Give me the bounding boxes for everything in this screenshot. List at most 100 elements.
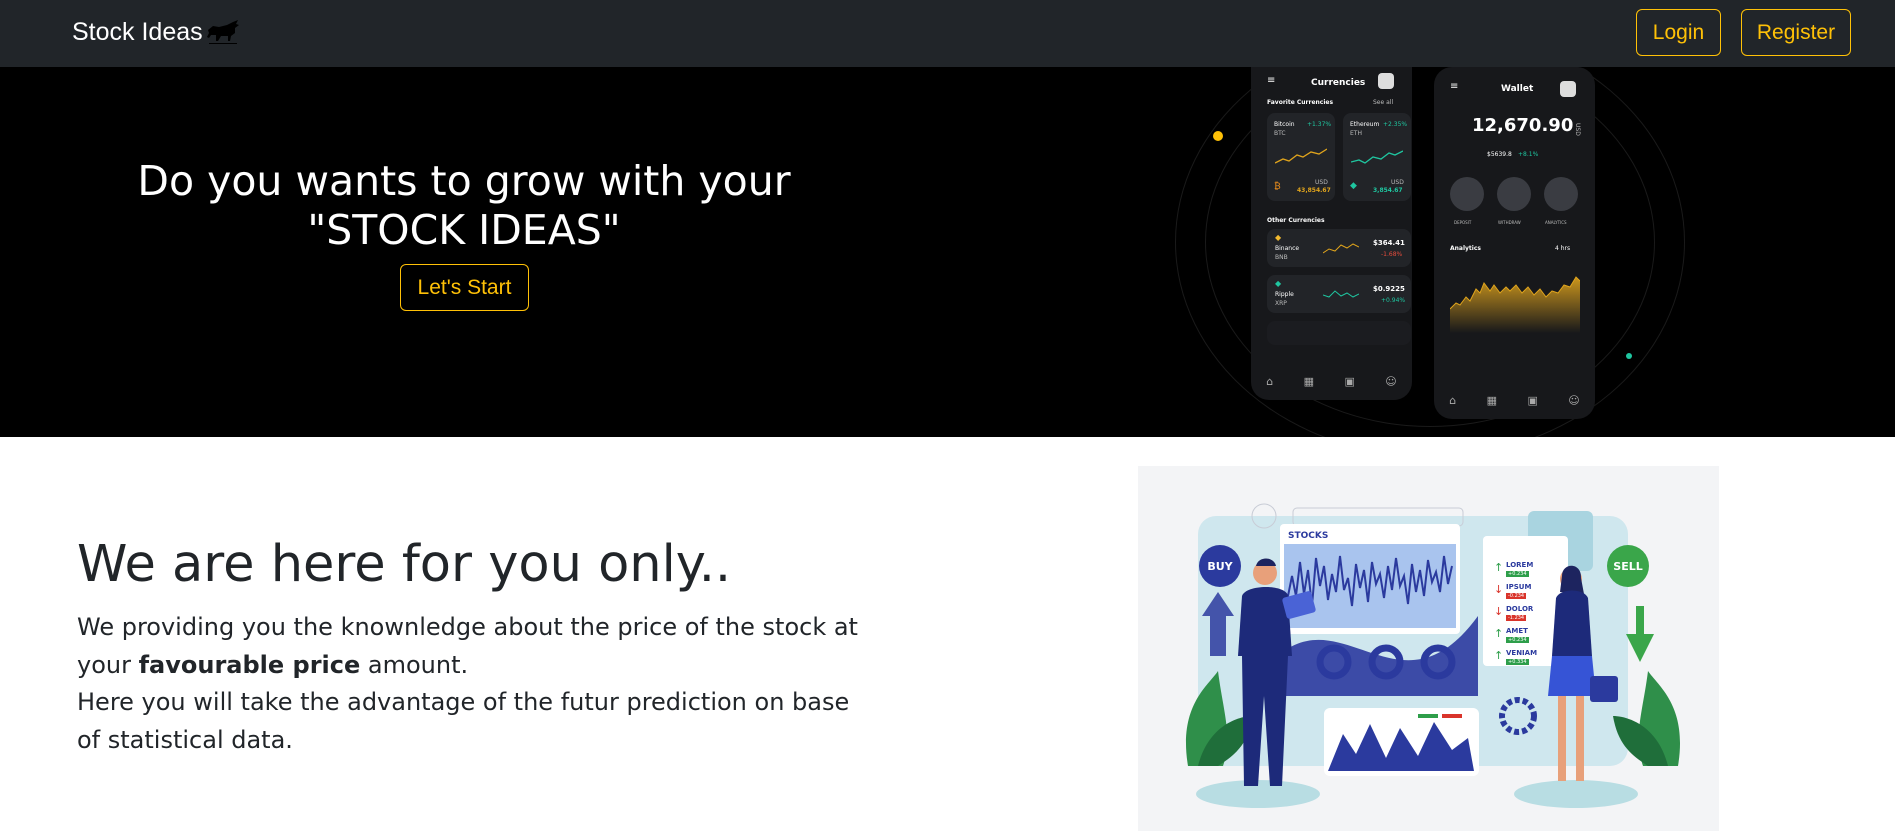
about-paragraph-2: Here you will take the advantage of the …	[77, 688, 850, 754]
bnb-sparkline	[1323, 243, 1359, 254]
range-selector[interactable]: 4 hrs	[1555, 245, 1570, 252]
sell-bubble-label: SELL	[1613, 560, 1642, 573]
stock-list-label: VENIAM	[1506, 649, 1538, 657]
home-icon[interactable]: ⌂	[1449, 394, 1456, 407]
stock-list: ↑ LOREM +0.234 ↓ IPSUM -0.234 ↓ DOLOR -1…	[1494, 561, 1560, 671]
user-icon[interactable]: ☺	[1568, 394, 1579, 407]
hero-title: Do you wants to grow with your "STOCK ID…	[100, 157, 828, 255]
decor-dot-yellow	[1213, 131, 1223, 141]
fav-card-change: +1.37%	[1307, 121, 1332, 128]
register-button[interactable]: Register	[1741, 9, 1851, 56]
bnb-coin-icon: ◆	[1275, 233, 1282, 242]
stock-list-item: ↑ LOREM +0.234	[1494, 561, 1560, 583]
phone-currencies-title: Currencies	[1311, 78, 1366, 88]
fav-card-name: Bitcoin	[1274, 121, 1295, 128]
login-button[interactable]: Login	[1636, 9, 1721, 56]
hero-section: Do you wants to grow with your "STOCK ID…	[0, 67, 1895, 437]
wallet-sub-balance: $5639.8	[1487, 151, 1512, 158]
other-row-price: $0.9225	[1373, 285, 1405, 293]
arrow-up-icon: ↑	[1494, 649, 1504, 662]
other-currencies-label: Other Currencies	[1267, 217, 1325, 224]
arrow-up-icon: ↑	[1494, 561, 1504, 574]
lets-start-button[interactable]: Let's Start	[400, 264, 529, 311]
menu-icon: ≡	[1267, 75, 1276, 86]
stock-list-item: ↑ VENIAM +0.334	[1494, 649, 1560, 671]
analytics-chart	[1450, 276, 1580, 333]
analytics-label: Analytics	[1450, 245, 1481, 252]
deposit-label: DEPOSIT	[1454, 220, 1472, 225]
avatar	[1378, 73, 1394, 89]
stock-list-value: +0.234	[1506, 571, 1529, 577]
buy-bubble-label: BUY	[1207, 560, 1233, 573]
chart-icon[interactable]: ▦	[1487, 394, 1497, 407]
eth-coin-icon: ◆	[1350, 181, 1357, 191]
btc-sparkline	[1275, 148, 1327, 164]
phone-currencies-nav: ⌂ ▦ ▣ ☺	[1251, 375, 1412, 388]
bull-logo-icon	[206, 20, 239, 44]
stocks-panel-label: STOCKS	[1288, 531, 1328, 541]
about-p1-bold: favourable price	[138, 650, 361, 679]
hero-title-line1: Do you wants to grow with your	[137, 157, 791, 205]
arrow-down-icon: ↓	[1494, 583, 1504, 596]
stock-list-item: ↓ IPSUM -0.234	[1494, 583, 1560, 605]
other-row-binance[interactable]: ◆ Binance BNB $364.41 -1.68%	[1267, 229, 1411, 267]
wallet-sub-change: +8.1%	[1518, 151, 1539, 158]
about-text: We providing you the knownledge about th…	[77, 609, 867, 759]
wallet-balance-currency: USD	[1574, 123, 1581, 136]
phone-wallet-nav: ⌂ ▦ ▣ ☺	[1434, 394, 1595, 407]
fav-card-name: Ethereum	[1350, 121, 1380, 128]
stock-list-item: ↓ DOLOR -1.234	[1494, 605, 1560, 627]
menu-icon: ≡	[1450, 81, 1459, 92]
withdraw-label: WITHDRAW	[1498, 220, 1521, 225]
other-row-name: Ripple	[1275, 291, 1294, 298]
stock-list-label: IPSUM	[1506, 583, 1532, 591]
favorites-label: Favorite Currencies	[1267, 99, 1334, 106]
phone-wallet-title: Wallet	[1501, 84, 1534, 94]
about-p1-end: amount.	[360, 650, 469, 679]
brand-name: Stock Ideas	[72, 17, 203, 46]
stock-illustration: STOCKS BUY SELL ↑ LOREM +0.234 ↓ IPSUM -…	[1138, 466, 1719, 831]
xrp-sparkline	[1323, 290, 1359, 298]
wallet-balance: 12,670.90	[1472, 115, 1574, 136]
withdraw-button[interactable]	[1497, 177, 1531, 211]
stock-illustration-art: STOCKS BUY SELL	[1185, 503, 1681, 808]
fav-card-change: +2.35%	[1383, 121, 1408, 128]
arrow-up-icon: ↑	[1494, 627, 1504, 640]
fav-card-currency: USD	[1391, 179, 1404, 186]
analytics-button[interactable]	[1544, 177, 1578, 211]
home-icon[interactable]: ⌂	[1266, 375, 1273, 388]
stock-list-value: +0.334	[1506, 659, 1529, 665]
hero-title-line2: "STOCK IDEAS"	[307, 206, 621, 254]
decor-dot-teal	[1626, 353, 1632, 359]
deposit-button[interactable]	[1450, 177, 1484, 211]
eth-sparkline	[1351, 150, 1403, 164]
user-icon[interactable]: ☺	[1385, 375, 1396, 388]
stock-list-label: LOREM	[1506, 561, 1534, 569]
see-all-link[interactable]: See all	[1373, 99, 1393, 106]
other-row-ripple[interactable]: ◆ Ripple XRP $0.9225 +0.94%	[1267, 275, 1411, 313]
navbar: Stock Ideas Login Register	[0, 0, 1895, 67]
wallet-icon[interactable]: ▣	[1527, 394, 1537, 407]
about-paragraph-1: We providing you the knownledge about th…	[77, 609, 867, 684]
fav-card-price: 43,854.67	[1297, 187, 1331, 194]
other-row-ticker: BNB	[1275, 254, 1288, 261]
phone-currencies: ≡ Currencies Favorite Currencies See all…	[1251, 67, 1412, 400]
stock-list-label: DOLOR	[1506, 605, 1534, 613]
fav-card-ticker: BTC	[1274, 130, 1286, 137]
phone-wallet: ≡ Wallet 12,670.90 USD $5639.8 +8.1% DEP…	[1434, 67, 1595, 419]
xrp-coin-icon: ◆	[1275, 279, 1282, 288]
wallet-icon[interactable]: ▣	[1344, 375, 1354, 388]
brand-link[interactable]: Stock Ideas	[72, 14, 241, 50]
fav-card-ethereum[interactable]: Ethereum ETH +2.35% ◆ USD 3,854.67	[1343, 113, 1411, 201]
fav-card-bitcoin[interactable]: Bitcoin BTC +1.37% ₿ USD 43,854.67	[1267, 113, 1335, 201]
chart-icon[interactable]: ▦	[1304, 375, 1314, 388]
other-row-price: $364.41	[1373, 239, 1405, 247]
stock-list-value: -1.234	[1506, 615, 1527, 621]
other-row-faded	[1267, 321, 1411, 345]
fav-card-price: 3,854.67	[1373, 187, 1403, 194]
fav-card-currency: USD	[1315, 179, 1328, 186]
stock-list-value: -0.234	[1506, 593, 1527, 599]
fav-card-ticker: ETH	[1350, 130, 1362, 137]
avatar	[1560, 81, 1576, 97]
other-row-change: +0.94%	[1381, 297, 1406, 304]
